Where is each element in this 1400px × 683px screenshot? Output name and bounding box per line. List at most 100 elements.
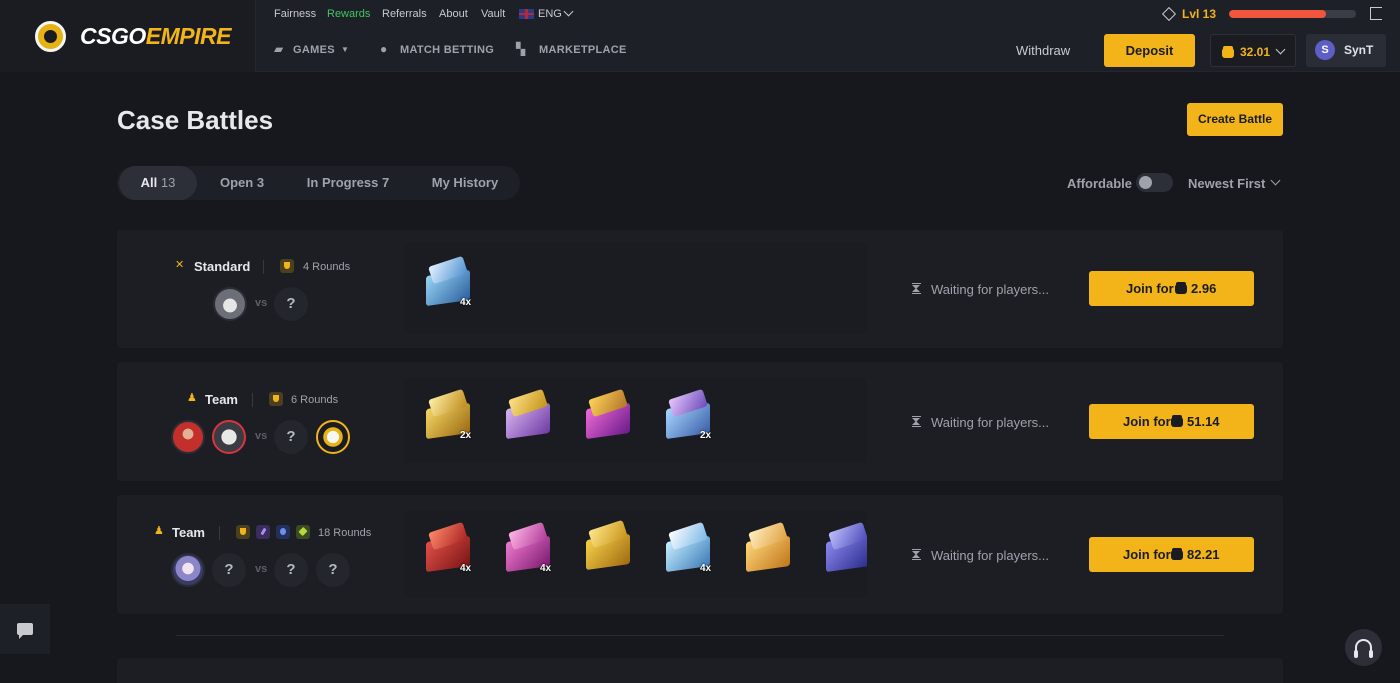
games-menu[interactable]: GAMES: [293, 44, 335, 56]
case-item[interactable]: [580, 519, 636, 571]
hourglass-icon: [912, 283, 921, 294]
tag-icon: [296, 525, 310, 539]
battle-card[interactable]: ♟ Team 18 Rounds ? vs ? ? 4x 4x 4x Waiti…: [117, 495, 1283, 614]
create-battle-button[interactable]: Create Battle: [1187, 103, 1283, 136]
chevron-down-icon: [1270, 175, 1281, 186]
empty-slot[interactable]: ?: [274, 287, 308, 321]
trophy-icon: [269, 392, 283, 406]
support-button[interactable]: [1345, 629, 1382, 666]
about-link[interactable]: About: [439, 8, 468, 20]
trophy-icon: [236, 525, 250, 539]
balance-dropdown[interactable]: 32.01: [1210, 34, 1296, 67]
logo-text: CSGOEMPIRE: [80, 23, 231, 49]
case-list: 2x 2x: [404, 378, 867, 463]
withdraw-button[interactable]: Withdraw: [1016, 43, 1070, 58]
language-selector[interactable]: ENG: [538, 8, 562, 20]
player-avatar[interactable]: [171, 420, 205, 454]
case-multiplier: 4x: [460, 297, 472, 308]
case-item[interactable]: [820, 521, 867, 573]
divider: [252, 393, 253, 407]
case-multiplier: 2x: [700, 430, 712, 441]
case-item[interactable]: 4x: [420, 255, 476, 308]
swords-icon: ✕: [175, 259, 185, 271]
case-multiplier: 2x: [460, 430, 472, 441]
lightning-icon: [256, 525, 270, 539]
rounds-count: 4 Rounds: [303, 261, 351, 273]
team-icon: ♟: [187, 392, 197, 404]
case-item[interactable]: 2x: [420, 388, 476, 441]
cart-icon: ▚: [516, 42, 526, 56]
case-item[interactable]: 2x: [660, 388, 716, 441]
case-list: 4x 4x 4x: [404, 511, 867, 597]
match-betting-link[interactable]: MATCH BETTING: [400, 44, 494, 56]
battle-card[interactable]: ✕ Standard 4 Rounds vs ? 4x Waiting for …: [117, 230, 1283, 348]
battle-mode: Standard: [194, 259, 251, 274]
page-title: Case Battles: [117, 105, 274, 135]
empty-slot[interactable]: ?: [212, 553, 246, 587]
join-label: Join for: [1126, 281, 1174, 296]
xp-progress-bar: [1229, 10, 1356, 18]
battle-mode: Team: [172, 525, 205, 540]
divider: [219, 526, 220, 540]
case-item[interactable]: [500, 388, 556, 440]
empty-slot[interactable]: ?: [274, 553, 308, 587]
rewards-link[interactable]: Rewards: [327, 8, 370, 20]
battle-filter-tabs: All 13 Open 3 In Progress 7 My History: [117, 166, 520, 200]
level-icon: [1161, 6, 1177, 22]
join-battle-button[interactable]: Join for 51.14: [1089, 404, 1254, 439]
case-item[interactable]: [580, 388, 636, 440]
tab-my-history[interactable]: My History: [417, 166, 513, 200]
join-label: Join for: [1123, 547, 1171, 562]
marketplace-link[interactable]: MARKETPLACE: [539, 44, 627, 56]
affordable-toggle[interactable]: [1136, 173, 1173, 192]
join-price: 51.14: [1187, 414, 1220, 429]
battle-status: Waiting for players...: [931, 548, 1050, 563]
case-multiplier: 4x: [460, 563, 472, 574]
deposit-button[interactable]: Deposit: [1104, 34, 1195, 67]
tab-in-progress[interactable]: In Progress 7: [289, 166, 407, 200]
empty-slot[interactable]: ?: [316, 553, 350, 587]
case-multiplier: 4x: [540, 563, 552, 574]
case-item[interactable]: 4x: [660, 521, 716, 574]
join-battle-button[interactable]: Join for 82.21: [1089, 537, 1254, 572]
coin-icon: [1171, 550, 1183, 560]
fairness-link[interactable]: Fairness: [274, 8, 316, 20]
tab-all[interactable]: All 13: [119, 166, 197, 200]
vs-label: vs: [255, 297, 268, 309]
join-battle-button[interactable]: Join for 2.96: [1089, 271, 1254, 306]
user-menu[interactable]: S SynT: [1306, 34, 1386, 67]
case-item[interactable]: [740, 521, 796, 573]
join-label: Join for: [1123, 414, 1171, 429]
battle-status: Waiting for players...: [931, 415, 1050, 430]
battle-card[interactable]: [117, 658, 1283, 683]
player-avatar[interactable]: [213, 287, 247, 321]
sort-dropdown[interactable]: Newest First: [1188, 176, 1265, 191]
player-avatar[interactable]: [171, 553, 205, 587]
gamepad-icon: ▰: [274, 42, 284, 56]
battle-status: Waiting for players...: [931, 282, 1050, 297]
chat-button[interactable]: [0, 604, 50, 654]
battle-mode: Team: [205, 392, 238, 407]
tab-open[interactable]: Open 3: [205, 166, 279, 200]
join-price: 2.96: [1191, 281, 1217, 296]
logout-icon[interactable]: [1370, 7, 1382, 20]
referrals-link[interactable]: Referrals: [382, 8, 427, 20]
vs-label: vs: [255, 563, 268, 575]
player-avatar[interactable]: [316, 420, 350, 454]
hourglass-icon: [912, 549, 921, 560]
battle-card[interactable]: ♟ Team 6 Rounds vs ? 2x 2x Waiting for p…: [117, 362, 1283, 481]
logo[interactable]: CSGOEMPIRE: [0, 0, 256, 72]
player-avatar[interactable]: [212, 420, 246, 454]
coin-icon: [1175, 284, 1187, 294]
rounds-count: 6 Rounds: [291, 394, 339, 406]
uk-flag-icon: [519, 9, 534, 19]
caret-down-icon: ▼: [341, 45, 349, 54]
level-label: Lvl 13: [1182, 7, 1217, 21]
coin-icon: [1222, 48, 1234, 58]
balance-value: 32.01: [1240, 45, 1271, 59]
case-item[interactable]: 4x: [420, 521, 476, 574]
vault-link[interactable]: Vault: [481, 8, 505, 20]
case-item[interactable]: 4x: [500, 521, 556, 574]
chevron-down-icon: [563, 6, 574, 17]
empty-slot[interactable]: ?: [274, 420, 308, 454]
